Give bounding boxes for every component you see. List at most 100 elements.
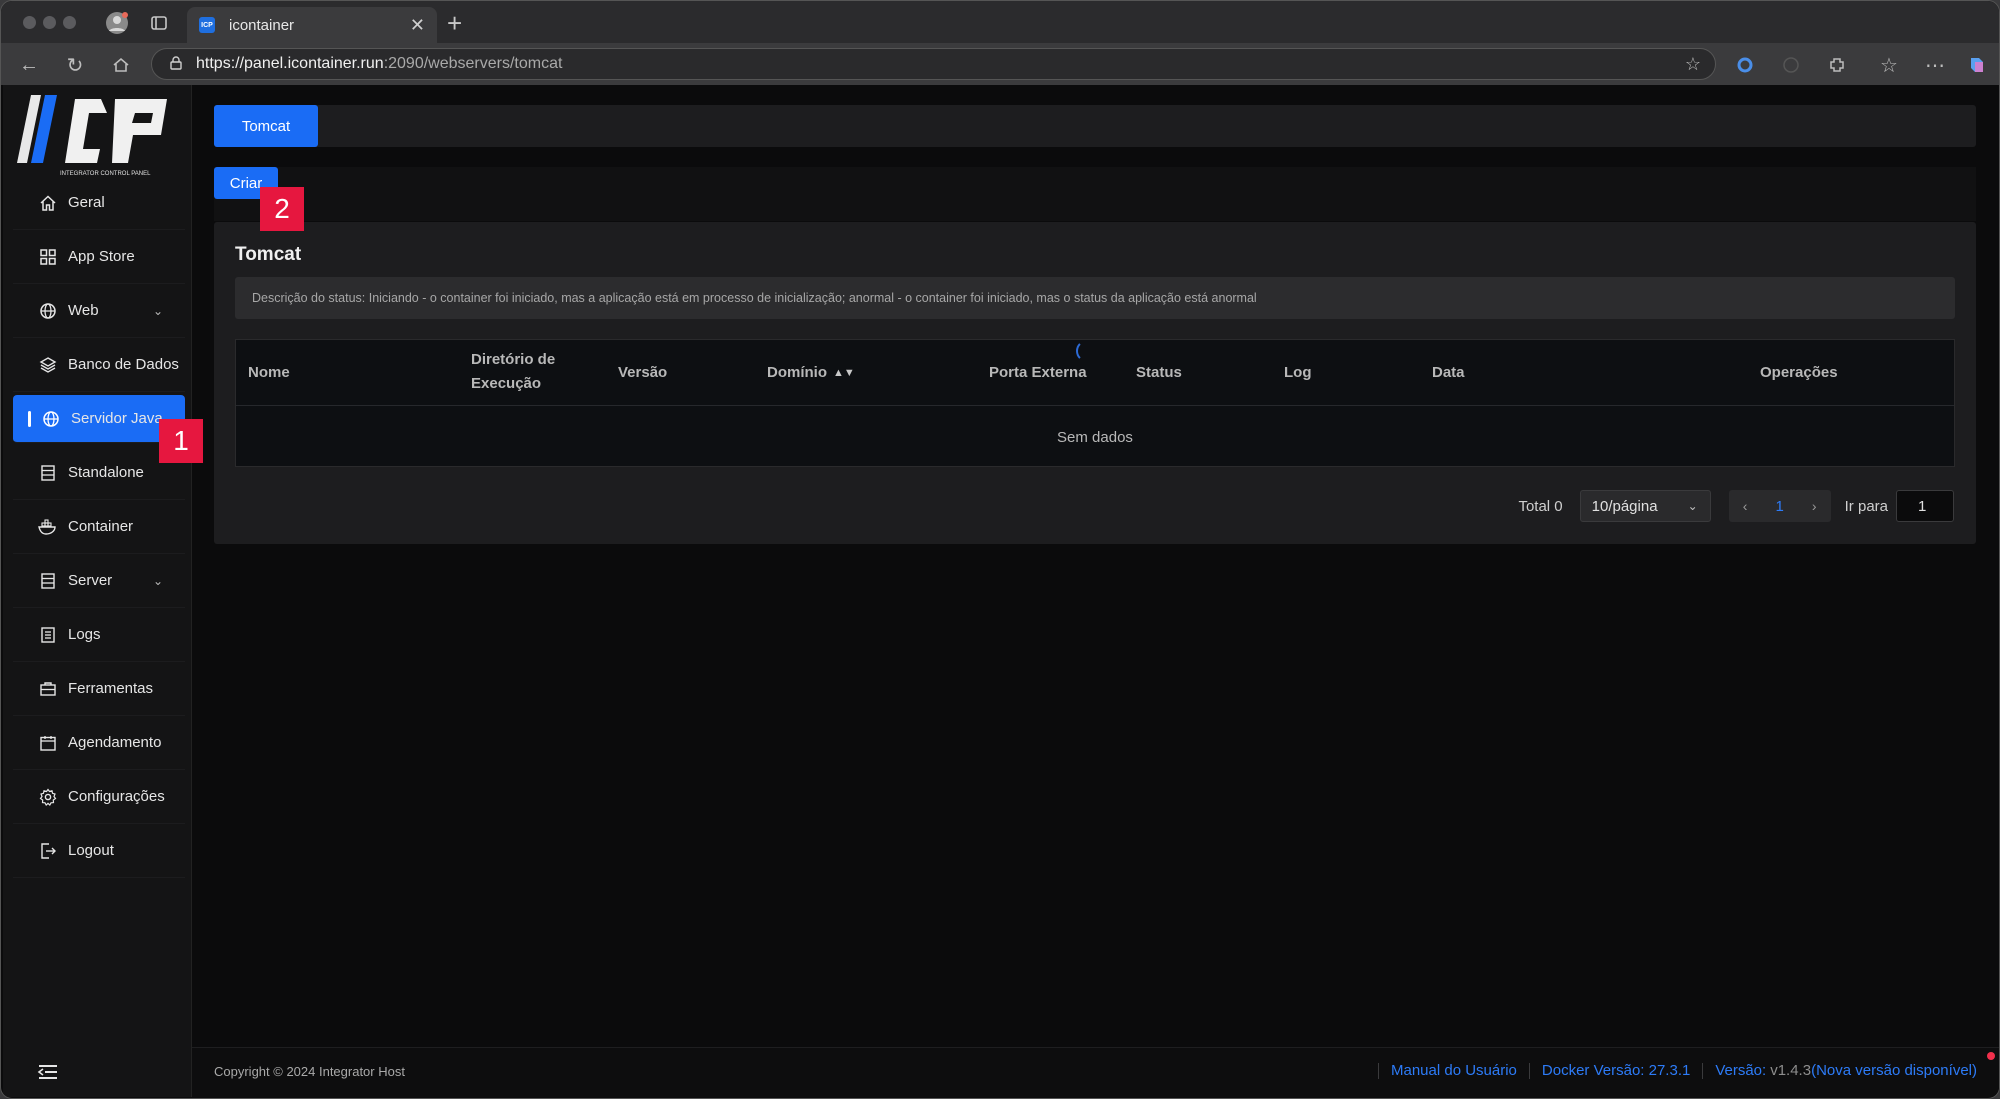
lock-icon [170,55,182,73]
column-header-data: Data [1432,364,1465,381]
logout-icon [38,841,58,861]
next-page-icon[interactable]: › [1812,498,1817,514]
browser-navbar: ← ↻ https://panel.icontainer.run:2090/we… [1,43,1999,85]
icp-logo: INTEGRATOR CONTROL PANEL [17,91,187,177]
more-options-icon[interactable]: ⋯ [1921,51,1949,79]
globe-icon [38,301,58,321]
sidebar-item-label: Servidor Java [71,410,163,427]
menu-collapse-icon[interactable] [37,1061,59,1087]
sort-icon[interactable]: ▲▼ [833,367,855,379]
extensions-icon[interactable] [1823,51,1851,79]
sidebar-item-label: Ferramentas [68,680,154,697]
column-header-diretorio: Diretório de Execução [471,351,556,392]
list-icon [38,625,58,645]
total-count: Total 0 [1518,497,1563,515]
sidebar-menu: Geral App Store Web ⌄ Banco de Dados Ser… [13,176,185,878]
chevron-down-icon: ⌄ [152,573,163,588]
sidebar-item-app-store[interactable]: App Store [13,230,185,284]
sidebar-item-label: Standalone [68,464,144,481]
toolbox-icon [38,679,58,699]
tab-strip: Tomcat [214,105,1976,147]
sidebar-item-configuracoes[interactable]: Configurações [13,770,185,824]
sidebar-item-container[interactable]: Container [13,500,185,554]
window-close-control[interactable] [23,16,36,29]
docker-version-link[interactable]: Docker Versão: 27.3.1 [1542,1062,1690,1079]
status-description: Descrição do status: Iniciando - o conta… [235,277,1955,319]
action-bar: Criar [214,167,1976,221]
empty-state: Sem dados [1057,428,1133,446]
home-icon [38,193,58,213]
copilot-extension-icon[interactable] [1731,51,1759,79]
tomcat-card: Tomcat Descrição do status: Iniciando - … [214,222,1976,544]
copyright-text: Copyright © 2024 Integrator Host [214,1064,405,1079]
close-icon[interactable]: ✕ [410,15,425,36]
sidebar-item-label: App Store [68,248,135,265]
sidebar-item-label: Server [68,572,113,589]
tab-actions-icon[interactable] [145,9,173,37]
favicon-icon: ICP [199,17,215,33]
pagination: Total 0 10/página ⌄ ‹ 1 › Ir para 1 [1518,490,1954,522]
prev-page-icon[interactable]: ‹ [1743,498,1748,514]
version-value: v1.4.3 [1770,1062,1812,1079]
address-bar[interactable]: https://panel.icontainer.run:2090/webser… [151,48,1716,80]
chevron-down-icon: ⌄ [152,303,163,318]
footer: Copyright © 2024 Integrator Host Manual … [192,1047,1999,1097]
favorites-icon[interactable]: ☆ [1875,51,1903,79]
tab-tomcat[interactable]: Tomcat [214,105,318,147]
column-header-log: Log [1284,364,1312,381]
main-content: Tomcat Criar 2 Tomcat Descrição do statu… [192,85,1999,1097]
reload-icon[interactable]: ↻ [61,51,89,79]
sidebar-item-label: Logout [68,842,114,859]
sidebar-item-label: Container [68,518,134,535]
tomcat-table: Nome Diretório de Execução Versão Domíni… [235,339,1955,467]
new-tab-icon[interactable]: + [447,8,462,39]
page-navigator: ‹ 1 › [1728,490,1831,522]
chevron-down-icon: ⌄ [1687,499,1698,513]
page-size-select[interactable]: 10/página ⌄ [1579,490,1711,522]
back-icon[interactable]: ← [15,51,43,79]
copilot-icon[interactable] [1963,51,1991,79]
annotation-badge-2: 2 [260,187,304,231]
sidebar-item-geral[interactable]: Geral [13,176,185,230]
layers-icon [38,355,58,375]
tracking-icon[interactable] [1777,51,1805,79]
server-icon [38,463,58,483]
calendar-icon [38,733,58,753]
window-zoom-control[interactable] [63,16,76,29]
window-minimize-control[interactable] [43,16,56,29]
user-manual-link[interactable]: Manual do Usuário [1391,1062,1517,1079]
goto-page-input[interactable]: 1 [1896,490,1954,522]
sidebar-item-label: Logs [68,626,101,643]
profile-icon[interactable] [103,9,131,37]
new-version-link[interactable]: (Nova versão disponível) [1811,1062,1977,1079]
sidebar-item-server[interactable]: Server ⌄ [13,554,185,608]
home-icon[interactable] [107,51,135,79]
page-number[interactable]: 1 [1775,498,1783,515]
column-header-dominio[interactable]: Domínio ▲▼ [767,361,855,385]
card-title: Tomcat [235,244,302,265]
sidebar-item-label: Web [68,302,99,319]
sidebar-item-logs[interactable]: Logs [13,608,185,662]
browser-tabbar: ICP icontainer ✕ + [1,1,1999,43]
sidebar-item-logout[interactable]: Logout [13,824,185,878]
footer-links: Manual do Usuário Docker Versão: 27.3.1 … [1366,1062,1977,1079]
column-header-nome: Nome [248,364,290,381]
server-icon [38,571,58,591]
tab-title: icontainer [229,16,295,34]
browser-tab-icontainer[interactable]: ICP icontainer ✕ [187,7,437,43]
sidebar-item-ferramentas[interactable]: Ferramentas [13,662,185,716]
sidebar: INTEGRATOR CONTROL PANEL Geral App Store… [3,85,192,1097]
sidebar-item-agendamento[interactable]: Agendamento [13,716,185,770]
column-header-versao: Versão [618,364,668,381]
sidebar-item-label: Agendamento [68,734,162,751]
column-header-status: Status [1136,364,1182,381]
sidebar-item-label: Configurações [68,788,165,805]
favorite-star-icon[interactable]: ☆ [1685,54,1701,75]
sidebar-item-web[interactable]: Web ⌄ [13,284,185,338]
column-header-operacoes: Operações [1760,364,1838,381]
notification-dot [1987,1052,1995,1060]
grid-icon [38,247,58,267]
sidebar-item-label: Banco de Dados [68,356,179,373]
globe-icon [41,409,61,429]
sidebar-item-banco-de-dados[interactable]: Banco de Dados [13,338,185,392]
